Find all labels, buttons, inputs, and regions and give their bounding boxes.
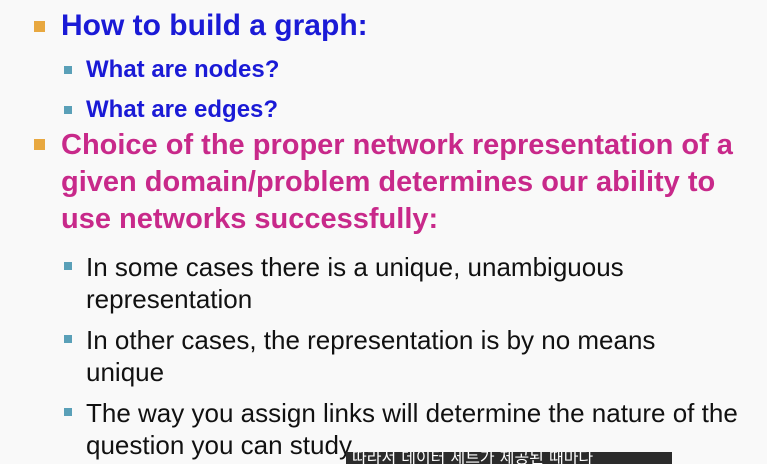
video-subtitle-caption: 따라서 데이터 세트가 제공된 때마다 xyxy=(346,452,672,464)
teal-square-bullet-icon xyxy=(64,335,72,343)
teal-square-bullet-icon xyxy=(64,106,72,114)
bullet-text: Choice of the proper network representat… xyxy=(61,129,733,235)
sub-bullet-unique-representation: In some cases there is a unique, unambig… xyxy=(64,251,734,315)
bullet-text: In other cases, the representation is by… xyxy=(86,325,656,387)
bullet-text: What are nodes? xyxy=(86,56,280,83)
orange-square-bullet-icon xyxy=(34,139,45,150)
bullet-text: What are edges? xyxy=(86,96,279,123)
teal-square-bullet-icon xyxy=(64,408,72,416)
sub-bullet-edges: What are edges? xyxy=(64,95,754,125)
sub-bullet-nodes: What are nodes? xyxy=(64,55,754,85)
sub-bullet-not-unique: In other cases, the representation is by… xyxy=(64,324,734,388)
bullet-how-to-build: How to build a graph: xyxy=(34,9,754,43)
bullet-choice-of-representation: Choice of the proper network representat… xyxy=(34,127,762,238)
bullet-text: In some cases there is a unique, unambig… xyxy=(86,252,624,314)
subtitle-text: 따라서 데이터 세트가 제공된 때마다 xyxy=(352,452,594,464)
teal-square-bullet-icon xyxy=(64,66,72,74)
teal-square-bullet-icon xyxy=(64,262,72,270)
orange-square-bullet-icon xyxy=(34,21,45,32)
bullet-text: How to build a graph: xyxy=(61,9,368,42)
slide: How to build a graph: What are nodes? Wh… xyxy=(0,0,767,464)
